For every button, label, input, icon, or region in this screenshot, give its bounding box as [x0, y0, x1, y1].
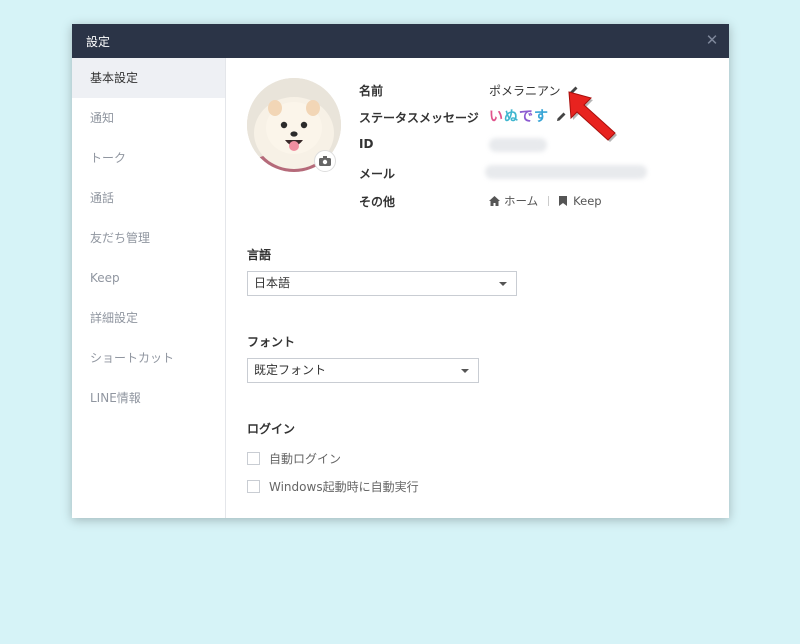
- keep-link[interactable]: Keep: [559, 194, 602, 208]
- other-label: その他: [359, 195, 396, 209]
- home-icon: [489, 196, 500, 206]
- chevron-down-icon: [499, 282, 507, 286]
- close-icon[interactable]: ✕: [705, 32, 719, 48]
- keep-link-label: Keep: [573, 194, 602, 208]
- language-title: 言語: [247, 248, 272, 262]
- sidebar-item-notifications[interactable]: 通知: [72, 98, 225, 138]
- edit-status-icon[interactable]: [556, 111, 567, 122]
- other-links: ホーム Keep: [489, 193, 602, 209]
- id-label: ID: [359, 137, 374, 151]
- id-value-redacted: [489, 138, 547, 152]
- auto-start-label: Windows起動時に自動実行: [269, 480, 419, 494]
- status-char-2: ぬ: [504, 109, 519, 125]
- auto-login-option: 自動ログイン: [247, 450, 341, 467]
- title-bar: 設定 ✕: [72, 24, 729, 58]
- auto-start-option: Windows起動時に自動実行: [247, 478, 419, 495]
- link-divider: [548, 196, 550, 206]
- language-select-value: 日本語: [254, 276, 291, 290]
- mail-label: メール: [359, 167, 396, 181]
- bookmark-icon: [559, 196, 568, 206]
- auto-start-checkbox[interactable]: [247, 480, 260, 493]
- window-title: 設定: [86, 34, 111, 49]
- sidebar-item-keep[interactable]: Keep: [72, 258, 225, 298]
- mail-value-redacted: [485, 165, 647, 179]
- home-link-label: ホーム: [504, 194, 539, 208]
- sidebar-item-shortcuts[interactable]: ショートカット: [72, 338, 225, 378]
- auto-login-label: 自動ログイン: [269, 452, 342, 466]
- sidebar-item-basic[interactable]: 基本設定: [72, 58, 225, 98]
- sidebar-item-friends[interactable]: 友だち管理: [72, 218, 225, 258]
- settings-content: 名前 ポメラニアン ステータスメッセージ いぬです ID メール その他 ホーム: [227, 58, 729, 518]
- status-label: ステータスメッセージ: [359, 111, 479, 125]
- login-title: ログイン: [247, 422, 296, 436]
- language-select[interactable]: 日本語: [247, 271, 517, 296]
- auto-login-checkbox[interactable]: [247, 452, 260, 465]
- font-title: フォント: [247, 335, 296, 349]
- name-label: 名前: [359, 84, 384, 98]
- camera-icon[interactable]: [314, 150, 336, 172]
- settings-dialog: 設定 ✕ 基本設定 通知 トーク 通話 友だち管理 Keep 詳細設定 ショート…: [72, 24, 729, 518]
- name-value-row: ポメラニアン: [489, 82, 579, 99]
- red-arrow-annotation: [568, 91, 617, 142]
- status-char-3: で: [519, 109, 534, 125]
- sidebar-item-advanced[interactable]: 詳細設定: [72, 298, 225, 338]
- sidebar-item-chats[interactable]: トーク: [72, 138, 225, 178]
- home-link[interactable]: ホーム: [489, 193, 538, 209]
- chevron-down-icon: [461, 369, 469, 373]
- font-select-value: 既定フォント: [254, 363, 327, 377]
- font-select[interactable]: 既定フォント: [247, 358, 479, 383]
- status-char-1: い: [489, 109, 504, 125]
- status-char-4: す: [534, 109, 549, 125]
- name-value: ポメラニアン: [489, 84, 561, 98]
- status-value: いぬです: [489, 106, 549, 126]
- sidebar: 基本設定 通知 トーク 通話 友だち管理 Keep 詳細設定 ショートカット L…: [72, 58, 226, 518]
- sidebar-item-line-info[interactable]: LINE情報: [72, 378, 225, 418]
- sidebar-item-calls[interactable]: 通話: [72, 178, 225, 218]
- status-value-row: いぬです: [489, 106, 567, 126]
